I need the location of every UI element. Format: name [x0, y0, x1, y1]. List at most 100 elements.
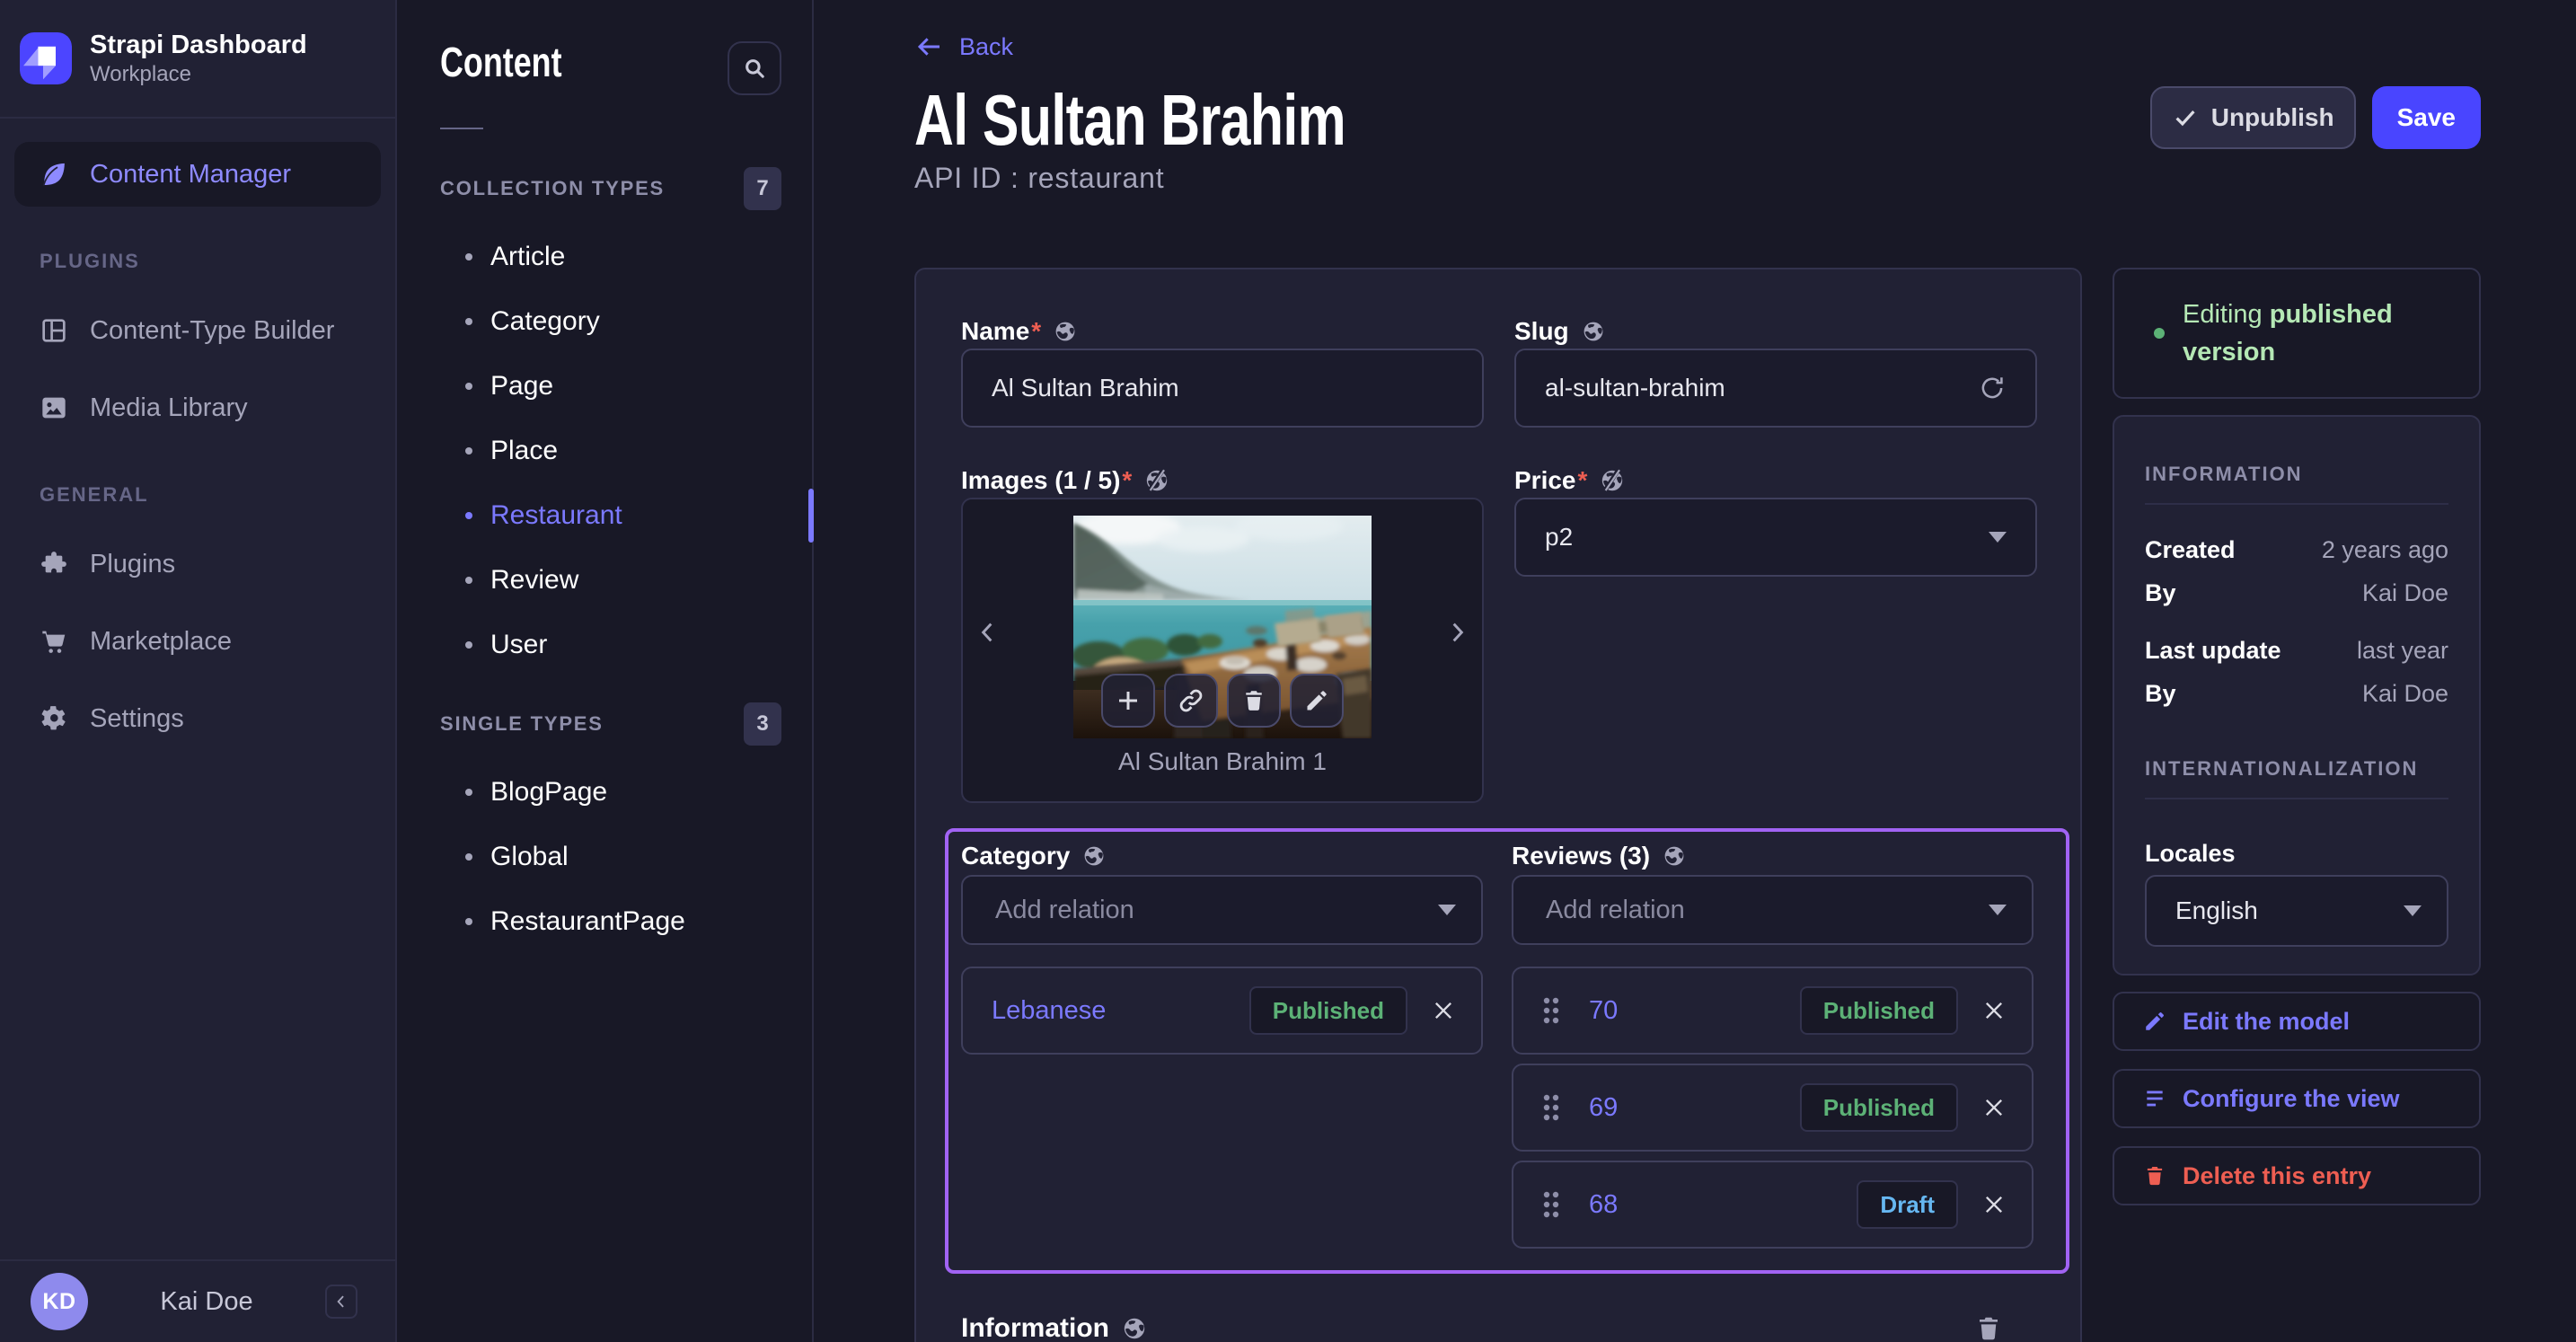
- delete-image-button[interactable]: [1227, 674, 1281, 728]
- globe-icon: [1082, 844, 1106, 868]
- relation-link[interactable]: 69: [1589, 1093, 1618, 1123]
- add-image-button[interactable]: [1101, 674, 1155, 728]
- globe-strikethrough-icon: [1600, 468, 1625, 493]
- remove-relation-button[interactable]: [1981, 1192, 2007, 1217]
- chevron-right-icon: [1442, 618, 1471, 647]
- internationalization-title: INTERNATIONALIZATION: [2145, 757, 2419, 780]
- subnav-item-page[interactable]: Page: [440, 354, 781, 419]
- subnav-item-label: Article: [490, 242, 566, 271]
- name-input[interactable]: Al Sultan Brahim: [961, 349, 1484, 428]
- puzzle-icon: [40, 550, 68, 578]
- price-select[interactable]: p2: [1514, 498, 2037, 577]
- bullet-icon: [465, 447, 472, 455]
- bullet-icon: [465, 253, 472, 260]
- relation-link[interactable]: 70: [1589, 996, 1618, 1026]
- name-field: Name * Al Sultan Brahim: [961, 316, 1484, 428]
- slug-input[interactable]: al-sultan-brahim: [1514, 349, 2037, 428]
- category-label: Category: [961, 841, 1483, 871]
- header-actions: Unpublish Save: [2149, 86, 2481, 149]
- remove-relation-button[interactable]: [1431, 998, 1456, 1023]
- price-value: p2: [1545, 523, 1574, 551]
- collection-types-title: COLLECTION TYPES: [440, 177, 666, 199]
- name-slug-row: Name * Al Sultan Brahim Slug al-sultan-br…: [961, 316, 2037, 428]
- subnav-item-category[interactable]: Category: [440, 289, 781, 354]
- copy-link-button[interactable]: [1164, 674, 1218, 728]
- sidebar-item-content-manager[interactable]: Content Manager: [14, 142, 381, 207]
- reviews-add-relation-select[interactable]: Add relation: [1512, 875, 2033, 945]
- required-asterisk: *: [1577, 466, 1588, 494]
- search-button[interactable]: [728, 41, 781, 95]
- add-relation-placeholder: Add relation: [995, 895, 1134, 924]
- delete-component-button[interactable]: [1974, 1314, 2003, 1342]
- collapse-sidebar-button[interactable]: [325, 1285, 357, 1319]
- sidebar-item-label: Plugins: [90, 549, 176, 578]
- published-dot-icon: [2154, 328, 2165, 339]
- subnav-item-place[interactable]: Place: [440, 419, 781, 483]
- main-sidebar: Strapi Dashboard Workplace Content Manag…: [0, 0, 397, 1342]
- unpublish-button[interactable]: Unpublish: [2149, 86, 2356, 149]
- subnav-item-blogpage[interactable]: BlogPage: [440, 760, 781, 825]
- strapi-app: Strapi Dashboard Workplace Content Manag…: [0, 0, 2576, 1342]
- globe-icon: [1122, 1316, 1147, 1341]
- collection-types-header: COLLECTION TYPES 7: [440, 167, 781, 210]
- reviews-field: Reviews (3) Add relation 70 Published 69…: [1512, 841, 2033, 1249]
- subnav-item-label: Category: [490, 306, 600, 336]
- relation-link[interactable]: 68: [1589, 1190, 1618, 1220]
- single-types-count-badge: 3: [744, 702, 781, 746]
- remove-relation-button[interactable]: [1981, 1095, 2007, 1120]
- images-label: Images (1 / 5) *: [961, 465, 1484, 496]
- user-name: Kai Doe: [160, 1286, 253, 1316]
- category-add-relation-select[interactable]: Add relation: [961, 875, 1483, 945]
- label-text: Images (1 / 5): [961, 466, 1121, 494]
- sidebar-item-content-type-builder[interactable]: Content-Type Builder: [0, 298, 395, 363]
- name-value: Al Sultan Brahim: [992, 374, 1179, 402]
- drag-handle-icon[interactable]: [1542, 1093, 1560, 1122]
- subnav-item-review[interactable]: Review: [440, 548, 781, 613]
- locale-select[interactable]: English: [2145, 875, 2448, 947]
- edit-image-button[interactable]: [1290, 674, 1344, 728]
- configure-view-button[interactable]: Configure the view: [2113, 1069, 2481, 1128]
- bullet-icon: [465, 512, 472, 519]
- list-icon: [2143, 1087, 2166, 1110]
- action-label: Edit the model: [2183, 1007, 2351, 1035]
- subnav-item-user[interactable]: User: [440, 613, 781, 677]
- drag-handle-icon[interactable]: [1542, 996, 1560, 1025]
- close-icon: [1981, 1192, 2007, 1217]
- panel-divider: [2145, 798, 2448, 799]
- save-button[interactable]: Save: [2371, 86, 2481, 149]
- workspace-brand[interactable]: Strapi Dashboard Workplace: [0, 0, 395, 119]
- avatar[interactable]: KD: [31, 1273, 88, 1330]
- subnav-item-label: Place: [490, 436, 559, 465]
- row-label: Created: [2145, 536, 2236, 563]
- editing-prefix: Editing: [2183, 300, 2270, 329]
- edit-model-button[interactable]: Edit the model: [2113, 992, 2481, 1051]
- category-relation-list: Lebanese Published: [961, 967, 1483, 1055]
- sidebar-item-label: Media Library: [90, 393, 248, 422]
- bullet-icon: [465, 318, 472, 325]
- status-badge: Published: [1799, 1083, 1958, 1132]
- subnav-item-article[interactable]: Article: [440, 225, 781, 289]
- sidebar-item-settings[interactable]: Settings: [0, 686, 395, 751]
- drag-handle-icon[interactable]: [1542, 1190, 1560, 1219]
- sidebar-item-plugins[interactable]: Plugins: [0, 532, 395, 596]
- single-types-header: SINGLE TYPES 3: [440, 702, 781, 746]
- sidebar-item-media-library[interactable]: Media Library: [0, 375, 395, 440]
- row-value: last year: [2356, 637, 2448, 664]
- information-panel-title: INFORMATION: [2145, 463, 2303, 485]
- reviews-relation-list: 70 Published 69 Published 68 Draft: [1512, 967, 2033, 1249]
- delete-entry-button[interactable]: Delete this entry: [2113, 1146, 2481, 1205]
- subnav-item-global[interactable]: Global: [440, 825, 781, 889]
- sidebar-user: KD Kai Doe: [0, 1259, 395, 1342]
- subnav-item-restaurant[interactable]: Restaurant: [440, 483, 814, 548]
- relation-link[interactable]: Lebanese: [992, 996, 1106, 1026]
- sidebar-item-marketplace[interactable]: Marketplace: [0, 609, 395, 674]
- subnav-item-restaurantpage[interactable]: RestaurantPage: [440, 889, 781, 954]
- carousel-next-button[interactable]: [1439, 614, 1475, 650]
- close-icon: [1981, 1095, 2007, 1120]
- remove-relation-button[interactable]: [1981, 998, 2007, 1023]
- status-badge: Draft: [1857, 1180, 1958, 1229]
- row-label: By: [2145, 680, 2176, 707]
- back-link[interactable]: Back: [914, 33, 2481, 60]
- regenerate-icon[interactable]: [1978, 374, 2007, 402]
- carousel-prev-button[interactable]: [970, 614, 1006, 650]
